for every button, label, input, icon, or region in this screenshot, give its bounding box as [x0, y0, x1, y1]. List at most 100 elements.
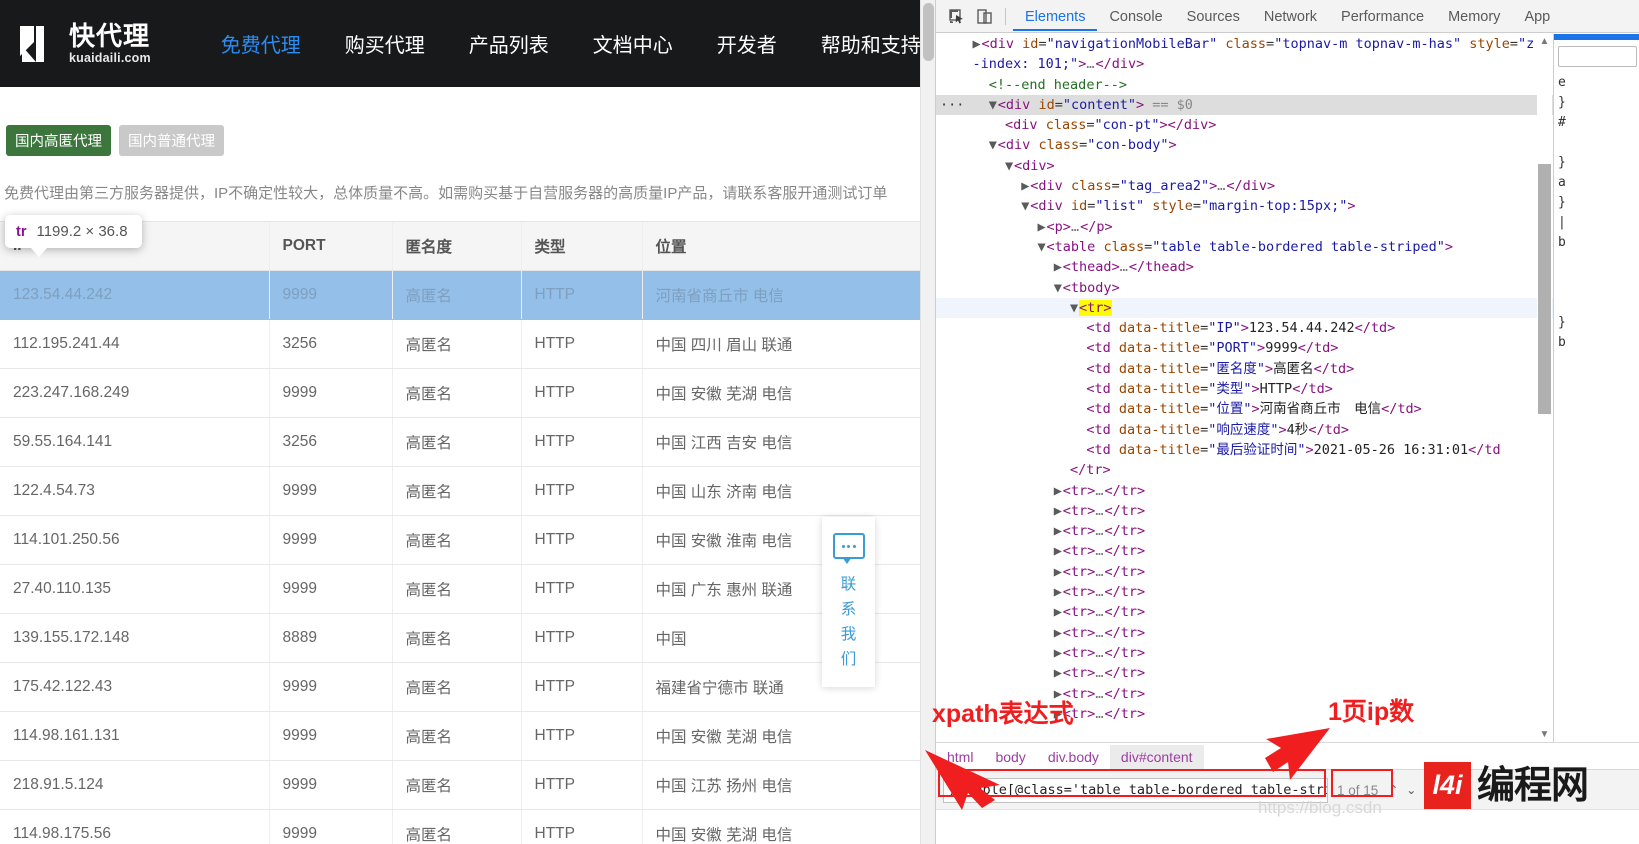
- tab-performance[interactable]: Performance: [1329, 2, 1436, 31]
- tab-memory[interactable]: Memory: [1436, 2, 1512, 31]
- proxy-list-table: IP PORT 匿名度 类型 位置 123.54.44.242 9999 高匿名…: [0, 221, 935, 844]
- dom-line-tag-area2[interactable]: ▶<div class="tag_area2">…</div>: [936, 176, 1624, 196]
- cell-loc: 中国: [641, 613, 935, 663]
- devtools-toolbar: Elements Console Sources Network Perform…: [936, 0, 1639, 33]
- dom-line-content-div[interactable]: ··· ▼<div id="content"> == $0: [936, 94, 1624, 116]
- cell-anon: 高匿名: [391, 662, 521, 712]
- dom-tree-scrollbar[interactable]: ▲ ▼: [1537, 34, 1552, 742]
- dom-line-td-anon[interactable]: <td data-title="匿名度">高匿名</td>: [936, 359, 1624, 379]
- dom-scrollbar-thumb[interactable]: [1538, 164, 1551, 414]
- table-row[interactable]: 123.54.44.242 9999 高匿名 HTTP 河南省商丘市 电信: [0, 270, 935, 320]
- tab-network[interactable]: Network: [1252, 2, 1329, 31]
- styles-line: [1554, 253, 1639, 273]
- styles-filter-input[interactable]: [1558, 46, 1637, 67]
- table-row[interactable]: 114.98.175.56 9999 高匿名 HTTP 中国 安徽 芜湖 电信: [0, 809, 935, 844]
- device-toolbar-icon[interactable]: [972, 4, 996, 28]
- tag-normal-proxy[interactable]: 国内普通代理: [119, 125, 224, 156]
- dom-line-list-div[interactable]: ▼<div id="list" style="margin-top:15px;"…: [936, 196, 1624, 216]
- dom-line-td-lastcheck[interactable]: <td data-title="最后验证时间">2021-05-26 16:31…: [936, 440, 1624, 460]
- proxy-type-tabs: 国内高匿代理 国内普通代理: [0, 125, 935, 156]
- dom-line-tr-collapsed[interactable]: ▶<tr>…</tr>: [936, 521, 1624, 541]
- table-row[interactable]: 223.247.168.249 9999 高匿名 HTTP 中国 安徽 芜湖 电…: [0, 368, 935, 418]
- tooltip-tag-name: tr: [16, 224, 27, 240]
- table-row[interactable]: 175.42.122.43 9999 高匿名 HTTP 福建省宁德市 联通: [0, 662, 935, 712]
- th-port[interactable]: PORT: [268, 221, 392, 271]
- table-row[interactable]: 114.98.161.131 9999 高匿名 HTTP 中国 安徽 芜湖 电信: [0, 711, 935, 761]
- scroll-up-icon[interactable]: ▲: [1538, 36, 1551, 47]
- tab-elements[interactable]: Elements: [1013, 2, 1097, 31]
- cell-loc: 中国 山东 济南 电信: [641, 466, 935, 516]
- table-row[interactable]: 218.91.5.124 9999 高匿名 HTTP 中国 江苏 扬州 电信: [0, 760, 935, 810]
- dom-line-con-body[interactable]: ▼<div class="con-body">: [936, 135, 1624, 155]
- dom-line-tr-collapsed[interactable]: ▶<tr>…</tr>: [936, 663, 1624, 683]
- dom-line-mobilebar-cont[interactable]: -index: 101;">…</div>: [936, 54, 1624, 74]
- cell-anon: 高匿名: [391, 613, 521, 663]
- cell-port: 9999: [268, 466, 392, 516]
- dom-line-mobilebar[interactable]: ▶<div id="navigationMobileBar" class="to…: [936, 34, 1624, 54]
- cell-ip: 223.247.168.249: [0, 368, 269, 418]
- dom-line-td-ip[interactable]: <td data-title="IP">123.54.44.242</td>: [936, 318, 1624, 338]
- nav-item-help-support[interactable]: 帮助和支持: [821, 29, 921, 58]
- inspect-element-icon[interactable]: [944, 4, 968, 28]
- breadcrumb-div-content[interactable]: div#content: [1109, 744, 1204, 769]
- nav-item-free-proxy[interactable]: 免费代理: [221, 29, 301, 58]
- styles-line: a: [1558, 175, 1566, 190]
- watermark-logo-glyph: l4i: [1432, 770, 1463, 800]
- dom-line-plain-div[interactable]: ▼<div>: [936, 156, 1624, 176]
- nav-item-docs[interactable]: 文档中心: [593, 29, 673, 58]
- tag-high-anon-proxy[interactable]: 国内高匿代理: [6, 125, 111, 156]
- breadcrumb-html[interactable]: html: [936, 745, 984, 769]
- cell-ip: 175.42.122.43: [0, 662, 269, 712]
- dom-line-table[interactable]: ▼<table class="table table-bordered tabl…: [936, 237, 1624, 257]
- dom-line-tr-collapsed[interactable]: ▶<tr>…</tr>: [936, 602, 1624, 622]
- th-anon[interactable]: 匿名度: [391, 221, 521, 271]
- dom-line-td-port[interactable]: <td data-title="PORT">9999</td>: [936, 338, 1624, 358]
- annotation-xpath-label: xpath表达式: [932, 700, 1074, 728]
- nav-links: 免费代理 购买代理 产品列表 文档中心 开发者 帮助和支持: [199, 29, 935, 58]
- dom-line-td-loc[interactable]: <td data-title="位置">河南省商丘市 电信</td>: [936, 399, 1624, 419]
- table-row[interactable]: 114.101.250.56 9999 高匿名 HTTP 中国 安徽 淮南 电信: [0, 515, 935, 565]
- dom-line-tr-collapsed[interactable]: ▶<tr>…</tr>: [936, 643, 1624, 663]
- scroll-down-icon[interactable]: ▼: [1538, 729, 1551, 740]
- dom-line-td-speed[interactable]: <td data-title="响应速度">4秒</td>: [936, 420, 1624, 440]
- site-logo[interactable]: 快代理 kuaidaili.com: [14, 22, 151, 66]
- styles-line: }: [1558, 315, 1566, 330]
- dom-line-tr-collapsed[interactable]: ▶<tr>…</tr>: [936, 582, 1624, 602]
- page-scrollbar-thumb[interactable]: [923, 3, 934, 61]
- tab-application[interactable]: App: [1512, 2, 1562, 31]
- dom-line-tbody[interactable]: ▼<tbody>: [936, 278, 1624, 298]
- cell-port: 9999: [268, 270, 392, 320]
- cell-loc: 中国 安徽 芜湖 电信: [641, 368, 935, 418]
- dom-line-p[interactable]: ▶<p>…</p>: [936, 217, 1624, 237]
- styles-pane[interactable]: e } # } a } | b } b: [1553, 34, 1639, 844]
- dom-line-tr-selected[interactable]: ▼<tr>: [936, 297, 1624, 319]
- th-type[interactable]: 类型: [520, 221, 642, 271]
- nav-item-developer[interactable]: 开发者: [717, 29, 777, 58]
- dom-line-tr-collapsed[interactable]: ▶<tr>…</tr>: [936, 481, 1624, 501]
- tab-console[interactable]: Console: [1097, 2, 1174, 31]
- contact-us-widget[interactable]: 联系我们: [822, 517, 875, 687]
- dom-line-con-pt[interactable]: <div class="con-pt"></div>: [936, 115, 1624, 135]
- dom-line-tr-close[interactable]: </tr>: [936, 460, 1624, 480]
- dom-line-thead[interactable]: ▶<thead>…</thead>: [936, 257, 1624, 277]
- breadcrumb-body[interactable]: body: [984, 745, 1036, 769]
- table-row[interactable]: 139.155.172.148 8889 高匿名 HTTP 中国: [0, 613, 935, 663]
- dom-line-tr-collapsed[interactable]: ▶<tr>…</tr>: [936, 562, 1624, 582]
- dom-line-tr-collapsed[interactable]: ▶<tr>…</tr>: [936, 623, 1624, 643]
- dom-line-end-header-comment: <!--end header-->: [988, 76, 1127, 93]
- nav-item-product-list[interactable]: 产品列表: [469, 29, 549, 58]
- table-row[interactable]: 112.195.241.44 3256 高匿名 HTTP 中国 四川 眉山 联通: [0, 319, 935, 369]
- cell-type: HTTP: [520, 662, 642, 712]
- find-next-icon[interactable]: ⌄: [1403, 783, 1419, 797]
- breadcrumb-div-body[interactable]: div.body: [1037, 745, 1110, 769]
- table-row[interactable]: 27.40.110.135 9999 高匿名 HTTP 中国 广东 惠州 联通: [0, 564, 935, 614]
- th-loc[interactable]: 位置: [641, 221, 935, 271]
- dom-line-tr-collapsed[interactable]: ▶<tr>…</tr>: [936, 501, 1624, 521]
- table-row[interactable]: 59.55.164.141 3256 高匿名 HTTP 中国 江西 吉安 电信: [0, 417, 935, 467]
- dom-line-tr-collapsed[interactable]: ▶<tr>…</tr>: [936, 541, 1624, 561]
- dom-line-td-type[interactable]: <td data-title="类型">HTTP</td>: [936, 379, 1624, 399]
- tab-sources[interactable]: Sources: [1175, 2, 1252, 31]
- nav-item-buy-proxy[interactable]: 购买代理: [345, 29, 425, 58]
- table-row[interactable]: 122.4.54.73 9999 高匿名 HTTP 中国 山东 济南 电信: [0, 466, 935, 516]
- dom-tree[interactable]: ▶<div id="navigationMobileBar" class="to…: [936, 34, 1624, 742]
